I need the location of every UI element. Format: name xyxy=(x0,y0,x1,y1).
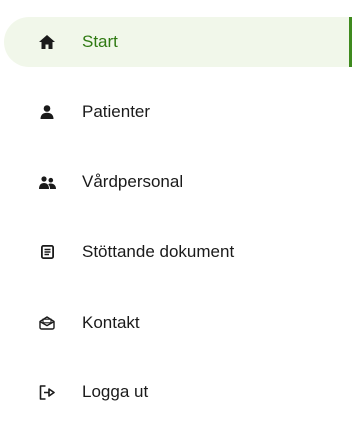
sidebar-item-label: Patienter xyxy=(82,102,151,121)
mail-icon xyxy=(38,314,56,332)
document-icon xyxy=(38,243,56,261)
sidebar-nav: Start Patienter Vårdpersonal Stöttande d… xyxy=(0,0,354,429)
sidebar-item-label: Stöttande dokument xyxy=(82,242,235,261)
logout-icon xyxy=(38,383,56,401)
sidebar-item-label: Vårdpersonal xyxy=(82,172,184,191)
sidebar-item-stottande-dokument[interactable]: Stöttande dokument xyxy=(4,227,352,277)
sidebar-item-vardpersonal[interactable]: Vårdpersonal xyxy=(4,157,352,207)
sidebar-item-label: Start xyxy=(82,32,118,51)
sidebar-item-label: Logga ut xyxy=(82,382,149,401)
sidebar-item-label: Kontakt xyxy=(82,313,140,332)
people-icon xyxy=(38,173,56,191)
sidebar-item-start[interactable]: Start xyxy=(4,17,352,67)
person-icon xyxy=(38,103,56,121)
sidebar-item-kontakt[interactable]: Kontakt xyxy=(4,298,352,348)
sidebar-item-patienter[interactable]: Patienter xyxy=(4,87,352,137)
home-icon xyxy=(38,33,56,51)
sidebar-item-logga-ut[interactable]: Logga ut xyxy=(4,367,352,417)
